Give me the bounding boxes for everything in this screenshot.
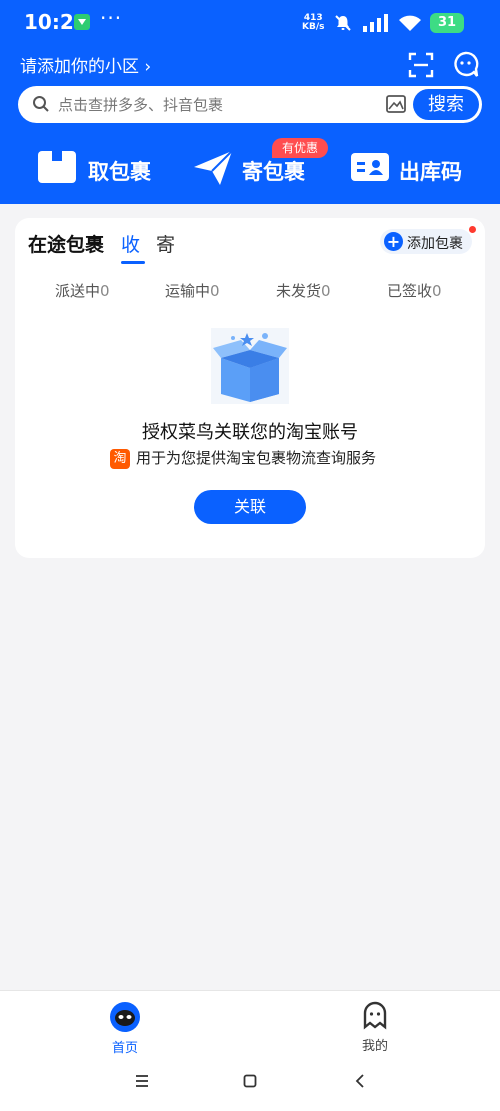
in-transit-packages-card: 在途包裹 收 寄 + 添加包裹 派送中0 运输中0 未发货0 已签收0 授权菜鸟… — [15, 218, 485, 558]
mute-bell-icon — [335, 15, 351, 31]
pickup-package-button[interactable]: 取包裹 — [38, 148, 153, 190]
stat-label: 已签收 — [387, 282, 433, 300]
profile-icon — [363, 1001, 387, 1030]
notification-app-icon — [74, 14, 90, 30]
customer-service-icon[interactable] — [452, 51, 479, 78]
nav-home-label: 首页 — [111, 1041, 138, 1056]
stat-count: 0 — [100, 282, 110, 300]
nav-mine[interactable]: 我的 — [346, 997, 404, 1057]
outbound-code-button[interactable]: 出库码 — [351, 148, 466, 190]
auth-subtitle-text: 用于为您提供淘宝包裹物流查询服务 — [136, 449, 377, 467]
card-title: 在途包裹 — [28, 234, 105, 256]
stat-label: 未发货 — [276, 282, 322, 300]
scan-icon[interactable] — [408, 52, 434, 78]
add-package-label: 添加包裹 — [407, 236, 463, 252]
cell-signal-icon — [363, 14, 388, 32]
stat-in-transit[interactable]: 运输中0 — [165, 280, 220, 301]
status-bar: 10:21 ··· 413 KB/s 31 — [0, 0, 500, 46]
search-icon — [33, 96, 49, 112]
network-speed-unit: KB/s — [302, 22, 325, 32]
wifi-icon — [399, 15, 421, 31]
stat-label: 运输中 — [165, 282, 211, 300]
package-icon — [38, 151, 76, 183]
search-input[interactable] — [58, 86, 388, 123]
notification-dot — [469, 226, 476, 233]
pickup-package-label: 取包裹 — [88, 160, 151, 184]
home-mascot-icon — [110, 1002, 140, 1032]
send-package-label: 寄包裹 — [242, 160, 305, 184]
id-card-icon — [351, 153, 389, 181]
home-square-icon[interactable] — [243, 1074, 257, 1088]
plus-icon: + — [384, 232, 403, 251]
auth-subtitle: 淘用于为您提供淘宝包裹物流查询服务 — [110, 447, 376, 469]
active-tab-indicator — [121, 261, 145, 264]
open-box-icon — [213, 333, 287, 402]
menu-icon[interactable] — [134, 1074, 150, 1088]
stat-count: 0 — [321, 282, 331, 300]
auth-title: 授权菜鸟关联您的淘宝账号 — [142, 422, 358, 443]
nav-mine-label: 我的 — [361, 1039, 388, 1054]
stat-not-shipped[interactable]: 未发货0 — [276, 280, 331, 301]
tab-receive[interactable]: 收 — [121, 230, 140, 257]
status-more-icon: ··· — [100, 6, 123, 30]
image-search-icon[interactable] — [386, 95, 406, 113]
back-icon[interactable] — [354, 1074, 366, 1088]
nav-home[interactable]: 首页 — [96, 997, 154, 1057]
paper-plane-icon — [194, 151, 232, 185]
system-navigation-bar — [0, 1064, 500, 1111]
network-speed: 413 KB/s — [302, 14, 324, 32]
community-location-selector[interactable]: 请添加你的小区 › — [20, 52, 151, 77]
search-button[interactable]: 搜索 — [413, 89, 479, 120]
bottom-navigation: 首页 我的 — [0, 990, 500, 1064]
tab-send[interactable]: 寄 — [156, 230, 175, 257]
stat-count: 0 — [210, 282, 220, 300]
stat-count: 0 — [432, 282, 442, 300]
battery-indicator: 31 — [430, 13, 464, 33]
promo-badge: 有优惠 — [272, 138, 328, 158]
link-account-button[interactable]: 关联 — [194, 490, 306, 524]
search-bar: 搜索 — [18, 86, 482, 123]
outbound-code-label: 出库码 — [399, 160, 462, 184]
add-package-button[interactable]: + 添加包裹 — [380, 226, 476, 254]
stat-label: 派送中 — [55, 282, 101, 300]
stat-delivering[interactable]: 派送中0 — [55, 280, 110, 301]
stat-signed[interactable]: 已签收0 — [387, 280, 442, 301]
taobao-icon: 淘 — [110, 448, 130, 469]
empty-box-illustration — [211, 328, 289, 404]
